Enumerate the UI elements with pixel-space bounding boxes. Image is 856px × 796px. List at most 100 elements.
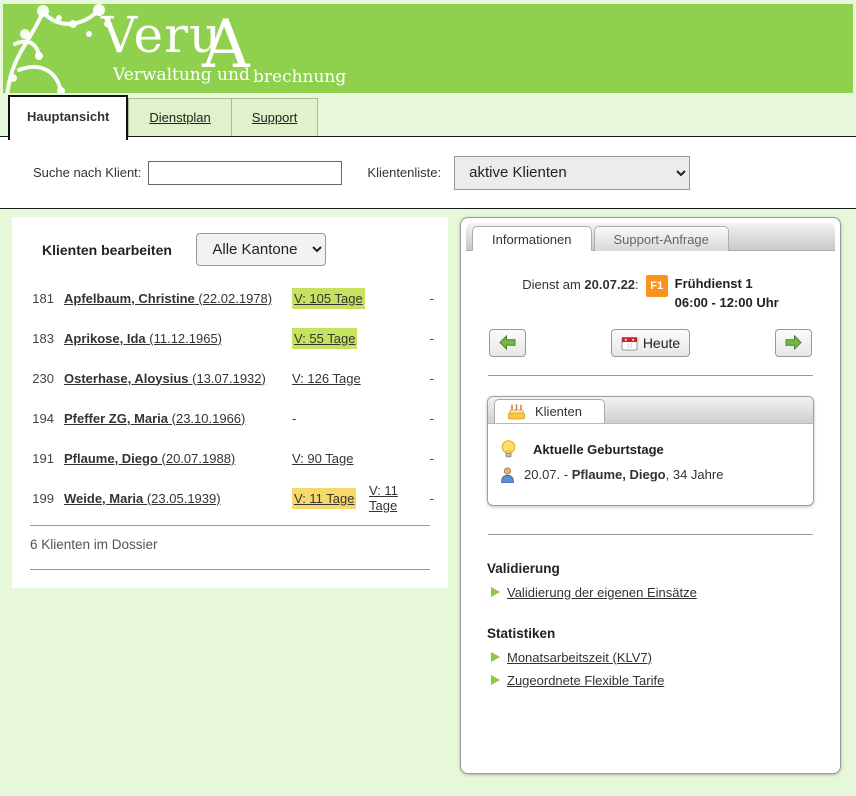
client-name-link[interactable]: Apfelbaum, Christine (22.02.1978): [64, 291, 292, 306]
client-birthdate: (22.02.1978): [195, 291, 272, 306]
client-v1-link[interactable]: V: 105 Tage: [292, 288, 365, 309]
birthday-entry: 20.07. - Pflaume, Diego, 34 Jahre: [524, 467, 723, 482]
client-row: 191 Pflaume, Diego (20.07.1988)V: 90 Tage…: [30, 438, 434, 478]
triangle-bullet-icon: [491, 675, 500, 685]
prev-day-button[interactable]: [489, 329, 526, 357]
client-row: 230Osterhase, Aloysius (13.07.1932)V: 12…: [30, 358, 434, 398]
client-v1-cell: V: 55 Tage: [292, 331, 366, 346]
client-name: Weide, Maria: [64, 491, 143, 506]
clients-panel-title: Klienten bearbeiten: [42, 242, 172, 258]
bullet-link-row: Zugeordnete Flexible Tarife: [491, 673, 814, 688]
tab-dienstplan[interactable]: Dienstplan: [128, 98, 231, 136]
client-name-link[interactable]: Aprikose, Ida (11.12.1965): [64, 331, 292, 346]
logo-subtitle-right: brechnung: [253, 67, 346, 87]
client-v1-cell: V: 105 Tage: [292, 291, 366, 306]
today-button[interactable]: 12 Heute: [611, 329, 690, 357]
client-v1-cell: V: 90 Tage: [292, 451, 366, 466]
day-navigation: 12 Heute: [489, 329, 812, 357]
statistics-section: Statistiken Monatsarbeitszeit (KLV7) Zuge…: [487, 626, 814, 688]
shift-badge: F1: [646, 275, 668, 297]
client-list-select[interactable]: aktive Klienten: [454, 156, 690, 190]
clients-panel: Klienten bearbeiten Alle Kantone 181 Apfe…: [12, 217, 448, 588]
tab-label: Dienstplan: [149, 110, 210, 125]
client-v1-link[interactable]: V: 11 Tage: [292, 488, 356, 509]
next-day-button[interactable]: [775, 329, 812, 357]
client-search-input[interactable]: [148, 161, 342, 185]
client-name: Pflaume, Diego: [64, 451, 158, 466]
client-search-label: Suche nach Klient:: [33, 165, 141, 180]
triangle-bullet-icon: [491, 587, 500, 597]
svg-text:12: 12: [626, 343, 632, 349]
birthday-age: , 34 Jahre: [666, 467, 724, 482]
arrow-right-icon: [785, 335, 802, 350]
birthdays-title: Aktuelle Geburtstage: [533, 442, 664, 457]
client-birthdate: (11.12.1965): [146, 331, 222, 346]
info-tab-bar: Informationen Support-Anfrage: [466, 223, 835, 251]
client-name-link[interactable]: Weide, Maria (23.05.1939): [64, 491, 292, 506]
klienten-box: Klienten Aktuelle Geburtstage: [487, 396, 814, 506]
statistics-links: Monatsarbeitszeit (KLV7) Zugeordnete Flex…: [487, 650, 814, 688]
client-v1-cell: -: [292, 411, 366, 426]
client-name: Pfeffer ZG, Maria: [64, 411, 168, 426]
client-v1-link[interactable]: V: 90 Tage: [292, 451, 353, 466]
divider: [488, 375, 813, 376]
client-v2-link[interactable]: V: 11 Tage: [369, 483, 398, 513]
duty-colon: :: [635, 277, 639, 292]
client-dash: -: [420, 291, 434, 306]
divider: [488, 534, 813, 535]
floral-ornament-icon: [3, 4, 115, 93]
tab-support-anfrage[interactable]: Support-Anfrage: [594, 226, 729, 251]
client-birthdate: (23.10.1966): [168, 411, 245, 426]
client-v1-cell: V: 126 Tage: [292, 371, 366, 386]
logo-subtitle-left: Verwaltung und: [113, 65, 250, 85]
duty-date-label: Dienst am 20.07.22:: [522, 277, 638, 313]
canton-filter-select[interactable]: Alle Kantone: [196, 233, 326, 266]
client-name-link[interactable]: Osterhase, Aloysius (13.07.1932): [64, 371, 292, 386]
info-panel: Informationen Support-Anfrage Dienst am …: [460, 217, 841, 774]
client-v1-link[interactable]: V: 126 Tage: [292, 371, 361, 386]
tab-label: Support: [252, 110, 298, 125]
shift-name: Frühdienst 1: [675, 275, 779, 294]
tab-support[interactable]: Support: [232, 98, 319, 136]
tab-hauptansicht[interactable]: Hauptansicht: [8, 95, 128, 140]
klienten-box-tab-bar: Klienten: [488, 397, 813, 424]
section-link[interactable]: Zugeordnete Flexible Tarife: [507, 673, 664, 688]
client-list: 181Apfelbaum, Christine (22.02.1978)V: 1…: [30, 278, 434, 518]
client-v1-link[interactable]: V: 55 Tage: [292, 328, 357, 349]
client-row: 181 Apfelbaum, Christine (22.02.1978)V: 1…: [30, 278, 434, 318]
section-link[interactable]: Monatsarbeitszeit (KLV7): [507, 650, 652, 665]
page: Veru A Verwaltung und brechnung Hauptans…: [0, 4, 856, 796]
client-name: Osterhase, Aloysius: [64, 371, 189, 386]
tab-informationen[interactable]: Informationen: [472, 226, 592, 251]
client-list-label: Klientenliste:: [367, 165, 441, 180]
section-link[interactable]: Validierung der eigenen Einsätze: [507, 585, 697, 600]
lightbulb-icon: [500, 440, 517, 459]
client-id: 181: [30, 291, 54, 306]
client-name-link[interactable]: Pfeffer ZG, Maria (23.10.1966): [64, 411, 292, 426]
bullet-link-row: Monatsarbeitszeit (KLV7): [491, 650, 814, 665]
client-name: Aprikose, Ida: [64, 331, 146, 346]
duty-info-row: Dienst am 20.07.22: F1 Frühdienst 1 06:0…: [487, 275, 814, 313]
client-id: 230: [30, 371, 54, 386]
client-id: 199: [30, 491, 54, 506]
validation-section-title: Validierung: [487, 561, 814, 576]
client-row: 194Pfeffer ZG, Maria (23.10.1966)--: [30, 398, 434, 438]
client-dash: -: [420, 331, 434, 346]
birthday-date: 20.07. -: [524, 467, 572, 482]
main-tab-bar: Hauptansicht Dienstplan Support: [0, 93, 856, 136]
client-dash: -: [420, 411, 434, 426]
client-dash: -: [420, 371, 434, 386]
client-id: 191: [30, 451, 54, 466]
birthday-person-name: Pflaume, Diego: [572, 467, 666, 482]
tab-klienten[interactable]: Klienten: [494, 399, 605, 423]
statistics-section-title: Statistiken: [487, 626, 814, 641]
client-row: 199Weide, Maria (23.05.1939)V: 11 TageV:…: [30, 478, 434, 518]
divider: [30, 569, 430, 570]
client-birthdate: (13.07.1932): [189, 371, 266, 386]
birthday-entry-row: 20.07. - Pflaume, Diego, 34 Jahre: [500, 467, 801, 483]
client-name-link[interactable]: Pflaume, Diego (20.07.1988): [64, 451, 292, 466]
duty-date: 20.07.22: [584, 277, 635, 292]
birthday-cake-icon: [507, 404, 526, 420]
client-id: 194: [30, 411, 54, 426]
client-row: 183Aprikose, Ida (11.12.1965)V: 55 Tage-: [30, 318, 434, 358]
